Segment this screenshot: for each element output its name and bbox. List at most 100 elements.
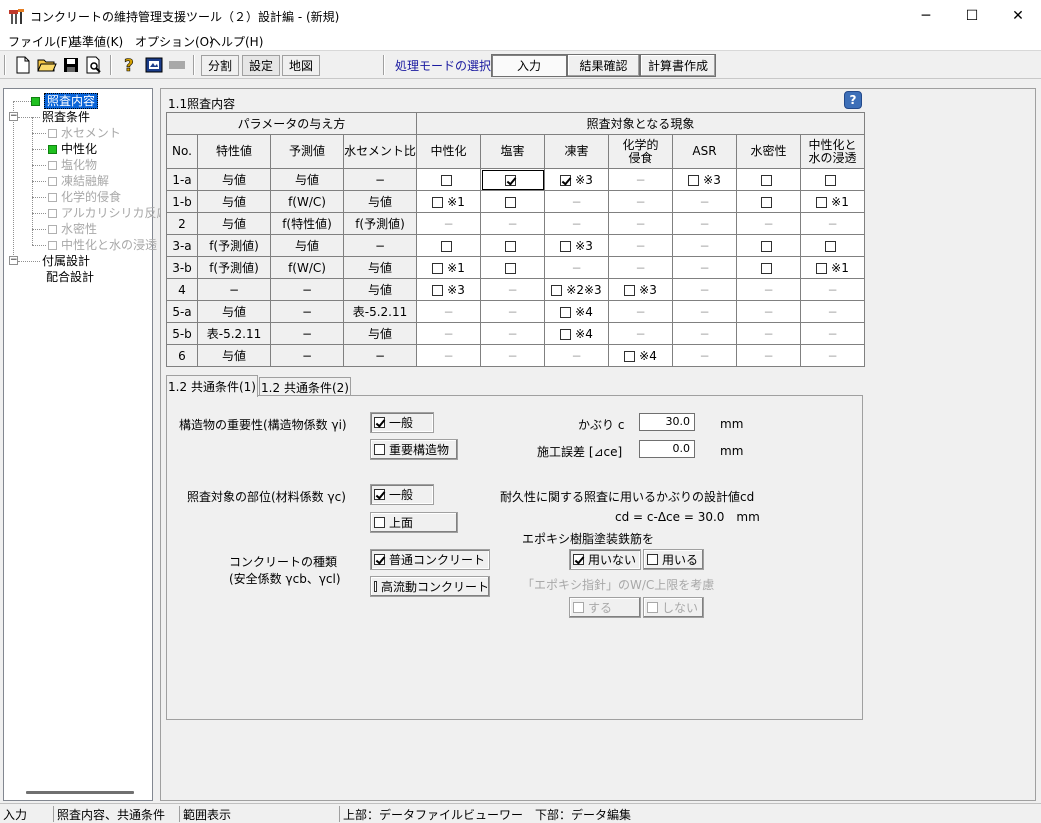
tree-group-check-conditions[interactable]: 照査条件 <box>42 109 90 125</box>
checkbox-icon[interactable] <box>441 174 452 186</box>
maximize-button[interactable]: ☐ <box>949 0 995 31</box>
checkbox-icon[interactable] <box>560 240 572 252</box>
phenomenon-cell[interactable] <box>480 168 545 191</box>
minimize-button[interactable]: ─ <box>903 0 949 31</box>
part-top-option[interactable]: 上面 <box>370 512 458 533</box>
settings-button[interactable]: 設定 <box>242 55 280 76</box>
phenomenon-cell[interactable] <box>416 168 481 191</box>
checkbox-icon[interactable] <box>560 328 572 340</box>
checkbox-icon[interactable] <box>624 284 636 296</box>
checkbox-icon[interactable] <box>816 262 828 274</box>
checkbox-icon[interactable] <box>816 196 828 208</box>
new-file-button[interactable] <box>12 54 34 76</box>
tree-root[interactable]: 照査内容 <box>31 93 99 109</box>
checkbox-icon[interactable] <box>560 306 572 318</box>
cover-input[interactable]: 30.0 <box>639 413 695 431</box>
construction-error-input[interactable]: 0.0 <box>639 440 695 458</box>
phenomenon-cell[interactable]: ※4 <box>544 322 609 345</box>
part-general-option[interactable]: 一般 <box>370 484 434 505</box>
phenomenon-cell[interactable] <box>800 168 865 191</box>
checkbox-icon[interactable] <box>761 174 772 186</box>
phenomenon-cell[interactable] <box>736 168 801 191</box>
collapse-icon[interactable]: − <box>9 256 18 265</box>
phenomenon-cell[interactable]: ※3 <box>544 168 609 191</box>
help-icon[interactable]: ? <box>844 91 862 109</box>
tree-item-chemical-erosion[interactable]: 化学的侵食 <box>48 189 121 205</box>
phenomenon-cell[interactable] <box>480 234 545 257</box>
tab-common-2[interactable]: 1.2 共通条件(2) <box>259 377 351 397</box>
collapse-icon[interactable]: − <box>9 112 18 121</box>
tree-item-water-penetration[interactable]: 中性化と水の浸透 <box>48 237 157 253</box>
tree-item-freeze-thaw[interactable]: 凍結融解 <box>48 173 109 189</box>
phenomenon-cell[interactable] <box>416 234 481 257</box>
tree-group-attached-design[interactable]: 付属設計 <box>42 253 90 269</box>
tree-item-watertightness[interactable]: 水密性 <box>48 221 97 237</box>
mode-report-button[interactable]: 計算書作成 <box>640 54 716 77</box>
checkbox-icon[interactable] <box>825 174 836 186</box>
menu-standards[interactable]: 基準値(K) <box>70 33 123 50</box>
checkbox-icon[interactable] <box>432 284 444 296</box>
phenomenon-cell[interactable]: ※1 <box>800 256 865 279</box>
checkbox-icon[interactable] <box>505 262 516 274</box>
help-button[interactable]: ? <box>119 54 141 76</box>
tree-item-chloride[interactable]: 塩化物 <box>48 157 97 173</box>
split-button[interactable]: 分割 <box>201 55 239 76</box>
phenomenon-cell: − <box>480 278 545 301</box>
checkbox-icon[interactable] <box>560 174 572 186</box>
mode-result-button[interactable]: 結果確認 <box>567 54 640 77</box>
importance-general-option[interactable]: 一般 <box>370 412 434 433</box>
checkbox-icon[interactable] <box>688 174 700 186</box>
phenomenon-cell[interactable]: ※3 <box>416 278 481 301</box>
phenomenon-cell[interactable]: ※3 <box>544 234 609 257</box>
importance-important-option[interactable]: 重要構造物 <box>370 439 458 460</box>
checkbox-icon[interactable] <box>825 240 836 252</box>
manual-button[interactable] <box>143 54 165 76</box>
phenomenon-cell[interactable]: ※3 <box>672 168 737 191</box>
map-button[interactable]: 地図 <box>282 55 320 76</box>
tree-scrollbar[interactable] <box>26 791 134 794</box>
tree-item-carbonation[interactable]: 中性化 <box>48 141 97 157</box>
checkbox-icon[interactable] <box>761 240 772 252</box>
phenomenon-cell[interactable]: ※1 <box>416 190 481 213</box>
phenomenon-cell[interactable] <box>736 234 801 257</box>
checkbox-icon[interactable] <box>551 284 563 296</box>
checkbox-icon[interactable] <box>505 196 516 208</box>
checkbox-icon[interactable] <box>624 350 636 362</box>
checkbox-icon[interactable] <box>432 262 444 274</box>
tab-common-1[interactable]: 1.2 共通条件(1) <box>166 375 258 397</box>
checkbox-icon[interactable] <box>761 196 772 208</box>
checkbox-icon[interactable] <box>761 262 772 274</box>
epoxy-yes-option[interactable]: 用いる <box>643 549 704 570</box>
concrete-high-fluidity-option[interactable]: 高流動コンクリート <box>370 576 490 597</box>
phenomenon-cell[interactable] <box>480 256 545 279</box>
print-preview-button[interactable] <box>83 54 105 76</box>
checkbox-icon[interactable] <box>441 240 452 252</box>
tree-item-mix-design[interactable]: 配合設計 <box>46 269 94 285</box>
menu-file[interactable]: ファイル(F) <box>8 33 72 50</box>
phenomenon-cell: − <box>608 234 673 257</box>
phenomenon-cell[interactable] <box>736 190 801 213</box>
phenomenon-cell[interactable] <box>480 190 545 213</box>
epoxy-no-option[interactable]: 用いない <box>569 549 641 570</box>
phenomenon-cell[interactable]: ※2※3 <box>544 278 609 301</box>
checkbox-icon[interactable] <box>432 196 444 208</box>
phenomenon-cell[interactable]: ※1 <box>416 256 481 279</box>
menu-help[interactable]: ヘルプ(H) <box>209 33 263 50</box>
checkbox-icon[interactable] <box>505 240 516 252</box>
mode-input-button[interactable]: 入力 <box>491 54 567 77</box>
phenomenon-cell[interactable] <box>800 234 865 257</box>
open-file-button[interactable] <box>36 54 58 76</box>
phenomenon-cell[interactable]: ※4 <box>544 300 609 323</box>
checkbox-icon[interactable] <box>505 174 516 186</box>
save-button[interactable] <box>60 54 82 76</box>
column-header: 化学的 侵食 <box>608 134 673 169</box>
tree-item-water-cement[interactable]: 水セメント <box>48 125 121 141</box>
concrete-normal-option[interactable]: 普通コンクリート <box>370 549 490 570</box>
tree-item-asr[interactable]: アルカリシリカ反応 <box>48 205 169 221</box>
menu-options[interactable]: オプション(O) <box>135 33 214 50</box>
phenomenon-cell[interactable]: ※3 <box>608 278 673 301</box>
phenomenon-cell[interactable] <box>736 256 801 279</box>
phenomenon-cell[interactable]: ※4 <box>608 344 673 367</box>
close-button[interactable]: ✕ <box>995 0 1041 31</box>
phenomenon-cell[interactable]: ※1 <box>800 190 865 213</box>
